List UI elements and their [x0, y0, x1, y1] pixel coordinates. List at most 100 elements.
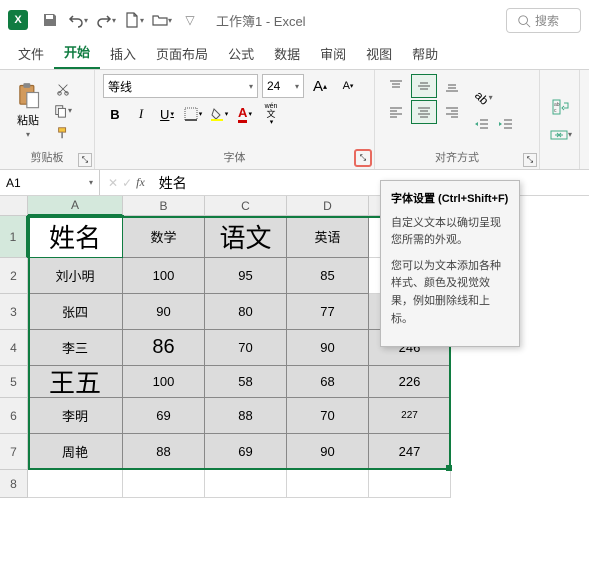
font-name-select[interactable]: 等线▾ — [103, 74, 258, 98]
cell[interactable]: 227 — [369, 398, 451, 434]
cell[interactable]: 语文 — [205, 216, 287, 258]
font-size-select[interactable]: 24▾ — [262, 74, 304, 98]
cut-button[interactable] — [52, 79, 74, 99]
cell[interactable]: 70 — [205, 330, 287, 366]
underline-button[interactable]: U▾ — [155, 102, 179, 126]
cell[interactable]: 90 — [287, 330, 369, 366]
cell[interactable] — [123, 470, 205, 498]
tab-home[interactable]: 开始 — [54, 36, 100, 69]
column-header[interactable]: B — [123, 196, 205, 216]
cell[interactable]: 80 — [205, 294, 287, 330]
copy-button[interactable]: ▾ — [52, 101, 74, 121]
decrease-font-button[interactable]: A▾ — [336, 74, 360, 98]
increase-font-button[interactable]: A▴ — [308, 74, 332, 98]
cell[interactable]: 90 — [123, 294, 205, 330]
cell[interactable]: 张四 — [28, 294, 123, 330]
font-color-button[interactable]: A▾ — [233, 102, 257, 126]
row-header[interactable]: 2 — [0, 258, 28, 294]
tab-data[interactable]: 数据 — [264, 38, 310, 69]
clipboard-dialog-launcher[interactable]: ⤡ — [78, 153, 92, 167]
cell[interactable]: 李明 — [28, 398, 123, 434]
cell[interactable]: 58 — [205, 366, 287, 398]
phonetic-button[interactable]: wén文▾ — [259, 102, 283, 126]
row-header[interactable]: 1 — [0, 216, 28, 258]
select-all-corner[interactable] — [0, 196, 28, 216]
cell[interactable]: 85 — [287, 258, 369, 294]
align-right-button[interactable] — [439, 100, 465, 124]
cell[interactable]: 88 — [205, 398, 287, 434]
tab-help[interactable]: 帮助 — [402, 38, 448, 69]
row-header[interactable]: 7 — [0, 434, 28, 470]
align-top-button[interactable] — [383, 74, 409, 98]
cell[interactable]: 数学 — [123, 216, 205, 258]
increase-indent-button[interactable] — [495, 112, 517, 136]
cell[interactable]: 英语 — [287, 216, 369, 258]
column-header[interactable]: C — [205, 196, 287, 216]
qat-overflow[interactable]: ▽ — [176, 6, 204, 34]
bold-button[interactable]: B — [103, 102, 127, 126]
merge-button[interactable]: ▾ — [548, 123, 574, 147]
tab-review[interactable]: 审阅 — [310, 38, 356, 69]
ribbon-group-font: 等线▾ 24▾ A▴ A▾ B I U▾ ▾ ▾ A▾ wén文▾ 字体 ⤡ — [95, 70, 375, 169]
open-button[interactable]: ▾ — [148, 6, 176, 34]
decrease-indent-button[interactable] — [471, 112, 493, 136]
redo-button[interactable]: ▾ — [92, 6, 120, 34]
new-file-button[interactable]: ▾ — [120, 6, 148, 34]
paste-button[interactable]: 粘贴 ▾ — [8, 74, 48, 147]
align-left-button[interactable] — [383, 100, 409, 124]
italic-button[interactable]: I — [129, 102, 153, 126]
cell[interactable]: 247 — [369, 434, 451, 470]
cell[interactable]: 90 — [287, 434, 369, 470]
row-header[interactable]: 5 — [0, 366, 28, 398]
cell[interactable]: 86 — [123, 330, 205, 366]
fx-icon[interactable]: fx — [136, 175, 145, 190]
cell[interactable]: 70 — [287, 398, 369, 434]
cell[interactable]: 姓名 — [28, 216, 123, 258]
save-button[interactable] — [36, 6, 64, 34]
tab-insert[interactable]: 插入 — [100, 38, 146, 69]
tab-view[interactable]: 视图 — [356, 38, 402, 69]
row-header[interactable]: 4 — [0, 330, 28, 366]
accept-formula-icon[interactable]: ✓ — [122, 176, 132, 190]
row-header[interactable]: 3 — [0, 294, 28, 330]
cell[interactable]: 李三 — [28, 330, 123, 366]
format-painter-button[interactable] — [52, 123, 74, 143]
cancel-formula-icon[interactable]: ✕ — [108, 176, 118, 190]
cell[interactable]: 68 — [287, 366, 369, 398]
column-header[interactable]: D — [287, 196, 369, 216]
cell[interactable]: 刘小明 — [28, 258, 123, 294]
align-bottom-button[interactable] — [439, 74, 465, 98]
cell[interactable] — [287, 470, 369, 498]
cell[interactable] — [205, 470, 287, 498]
cell[interactable]: 69 — [123, 398, 205, 434]
alignment-dialog-launcher[interactable]: ⤡ — [523, 153, 537, 167]
cell[interactable]: 100 — [123, 258, 205, 294]
cell[interactable]: 95 — [205, 258, 287, 294]
undo-button[interactable]: ▾ — [64, 6, 92, 34]
tab-formulas[interactable]: 公式 — [218, 38, 264, 69]
cell[interactable] — [369, 470, 451, 498]
search-box[interactable]: 搜索 — [506, 8, 581, 33]
fill-color-button[interactable]: ▾ — [207, 102, 231, 126]
orientation-button[interactable]: ab▾ — [471, 86, 497, 110]
tab-file[interactable]: 文件 — [8, 38, 54, 69]
cell[interactable]: 周艳 — [28, 434, 123, 470]
cell[interactable]: 77 — [287, 294, 369, 330]
align-center-button[interactable] — [411, 100, 437, 124]
cell[interactable] — [28, 470, 123, 498]
row-header[interactable]: 6 — [0, 398, 28, 434]
align-middle-button[interactable] — [411, 74, 437, 98]
cell[interactable]: 100 — [123, 366, 205, 398]
name-box[interactable]: A1▾ — [0, 170, 100, 195]
cell[interactable]: 226 — [369, 366, 451, 398]
cell[interactable]: 王五 — [28, 366, 123, 398]
column-header[interactable]: A — [28, 196, 123, 216]
row-header[interactable]: 8 — [0, 470, 28, 498]
cell[interactable]: 69 — [205, 434, 287, 470]
wrap-text-button[interactable]: abc — [548, 95, 574, 119]
tab-page-layout[interactable]: 页面布局 — [146, 38, 218, 69]
formula-input[interactable]: 姓名 — [153, 170, 589, 195]
cell[interactable]: 88 — [123, 434, 205, 470]
border-button[interactable]: ▾ — [181, 102, 205, 126]
font-dialog-launcher[interactable]: ⤡ — [354, 149, 372, 167]
